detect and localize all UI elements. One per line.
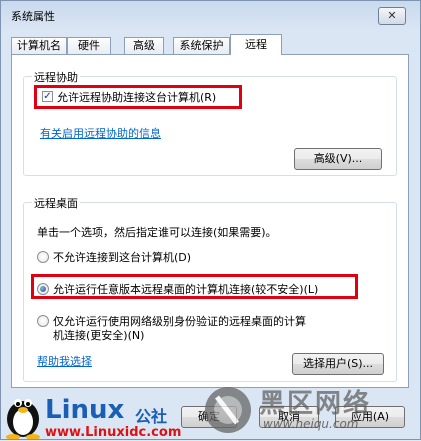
tab-computer-name[interactable]: 计算机名: [11, 37, 67, 54]
tab-system-protection[interactable]: 系统保护: [173, 37, 230, 54]
no-remote-connections-radio[interactable]: [37, 251, 49, 263]
tux-penguin-icon: [6, 399, 40, 439]
heiqu-logo-icon: [205, 387, 251, 433]
system-properties-dialog: 系统属性 ✕ 计算机名 硬件 高级 系统保护 远程 远程协助 ✓ 允许远程协助连…: [0, 0, 421, 440]
advanced-button[interactable]: 高级(V)...: [294, 148, 382, 170]
no-remote-connections-label[interactable]: 不允许连接到这台计算机(D): [53, 249, 191, 265]
title-bar: 系统属性 ✕: [1, 1, 420, 31]
tab-advanced[interactable]: 高级: [124, 37, 164, 54]
linux-url-text: www.Linuxidc.com: [45, 425, 182, 440]
window-title: 系统属性: [11, 10, 55, 23]
remote-tab-panel: 远程协助 ✓ 允许远程协助连接这台计算机(R) 有关启用远程协助的信息 高级(V…: [11, 54, 409, 388]
linux-brand-text: Linux: [45, 395, 125, 425]
close-button[interactable]: ✕: [378, 7, 406, 25]
heiqu-watermark: 黑区网络 www.heiqu.com: [201, 379, 421, 441]
linux-brand-suffix: 公社: [135, 407, 168, 426]
allow-nla-only-label-line2[interactable]: 机连接(更安全)(N): [53, 327, 144, 343]
select-users-button[interactable]: 选择用户(S)...: [292, 353, 384, 375]
close-icon: ✕: [387, 9, 397, 22]
tab-remote[interactable]: 远程: [230, 34, 282, 55]
highlight-allow-remote-assistance: [34, 85, 242, 109]
help-me-choose-link[interactable]: 帮助我选择: [37, 353, 92, 369]
allow-nla-only-radio[interactable]: [37, 315, 49, 327]
remote-desktop-instruction: 单击一个选项，然后指定谁可以连接(如果需要)。: [37, 226, 277, 239]
remote-desktop-group-title: 远程桌面: [32, 195, 80, 211]
remote-assistance-group-title: 远程协助: [32, 69, 80, 85]
remote-assistance-info-link[interactable]: 有关启用远程协助的信息: [40, 125, 161, 141]
highlight-allow-any-version: [31, 274, 358, 299]
heiqu-brand-text: 黑区网络: [259, 389, 372, 419]
heiqu-url-text: www.heiqu.com: [263, 417, 359, 431]
tab-hardware[interactable]: 硬件: [67, 37, 111, 54]
linux-watermark: Linux 公社 www.Linuxidc.com: [1, 387, 201, 441]
